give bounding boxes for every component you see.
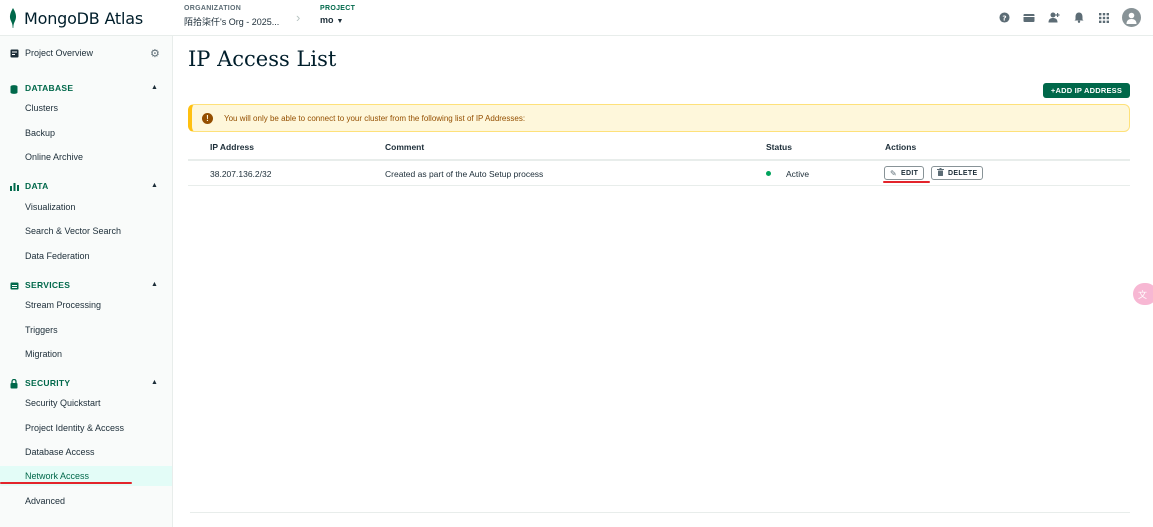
sidebar-item-search-vector-search[interactable]: Search & Vector Search — [0, 221, 172, 241]
folder-icon[interactable] — [1022, 11, 1036, 25]
caret-down-icon: ▼ — [336, 18, 344, 25]
section-title: SERVICES — [25, 280, 71, 290]
warning-banner: ! You will only be able to connect to yo… — [188, 104, 1130, 132]
top-navigation-bar: MongoDB Atlas ORGANIZATION 陌拾柒仟's Org - … — [0, 0, 1153, 36]
sidebar-item-label: Network Access — [25, 471, 90, 481]
sidebar-item-label: Backup — [25, 128, 56, 138]
sidebar-item-backup[interactable]: Backup — [0, 123, 172, 143]
edit-button-label: EDIT — [901, 169, 919, 177]
sidebar-item-advanced[interactable]: Advanced — [0, 491, 172, 511]
delete-button-label: DELETE — [948, 169, 978, 177]
trash-icon — [937, 168, 944, 178]
page-title: IP Access List — [188, 47, 337, 71]
help-icon[interactable]: ? — [997, 11, 1011, 25]
sidebar-item-database-access[interactable]: Database Access — [0, 442, 172, 462]
chevron-up-icon: ▲ — [151, 182, 158, 189]
apps-grid-icon[interactable] — [1097, 11, 1111, 25]
database-icon — [9, 84, 19, 94]
sidebar-item-label: Online Archive — [25, 152, 84, 162]
chevron-up-icon: ▲ — [151, 281, 158, 288]
sidebar-item-stream-processing[interactable]: Stream Processing — [0, 295, 172, 315]
sidebar-section-security[interactable]: SECURITY ▲ — [0, 376, 172, 392]
section-title: DATA — [25, 181, 49, 191]
column-header-status[interactable]: Status — [766, 142, 792, 152]
bell-icon[interactable] — [1072, 11, 1086, 25]
sidebar-item-label: Stream Processing — [25, 300, 102, 310]
project-label: PROJECT — [320, 5, 356, 12]
user-avatar-icon[interactable] — [1122, 8, 1141, 27]
chevron-up-icon: ▲ — [151, 84, 158, 91]
ip-access-table: IP Address Comment Status Actions 38.207… — [188, 136, 1130, 186]
sidebar-item-data-federation[interactable]: Data Federation — [0, 246, 172, 266]
sidebar-item-label: Clusters — [25, 103, 59, 113]
sidebar-item-online-archive[interactable]: Online Archive — [0, 147, 172, 167]
warning-icon: ! — [202, 112, 213, 124]
table-row: 38.207.136.2/32 Created as part of the A… — [188, 161, 1130, 186]
banner-text: You will only be able to connect to your… — [224, 113, 526, 123]
sidebar-item-project-identity-access[interactable]: Project Identity & Access — [0, 418, 172, 438]
mongodb-atlas-logo[interactable]: MongoDB Atlas — [8, 6, 143, 30]
sidebar-item-label: Database Access — [25, 447, 95, 457]
services-icon — [9, 281, 19, 291]
translate-widget-icon[interactable]: 文 — [1133, 283, 1153, 305]
delete-button[interactable]: DELETE — [931, 166, 984, 180]
organization-selector[interactable]: ORGANIZATION 陌拾柒仟's Org - 2025... — [184, 5, 279, 28]
project-overview-icon — [9, 48, 19, 58]
sidebar-item-label: Search & Vector Search — [25, 226, 122, 236]
left-sidebar: Project Overview ⚙ DATABASE ▲ Clusters B… — [0, 36, 173, 527]
lock-icon — [9, 379, 19, 389]
project-name: mo — [320, 15, 334, 25]
sidebar-item-label: Data Federation — [25, 251, 90, 261]
footer-divider — [190, 512, 1130, 513]
status-active-dot-icon — [766, 171, 771, 176]
sidebar-item-clusters[interactable]: Clusters — [0, 98, 172, 118]
sidebar-item-label: Triggers — [25, 325, 58, 335]
bar-chart-icon — [9, 182, 19, 192]
sidebar-item-visualization[interactable]: Visualization — [0, 197, 172, 217]
edit-button[interactable]: ✎ EDIT — [884, 166, 925, 180]
sidebar-item-migration[interactable]: Migration — [0, 344, 172, 364]
sidebar-item-security-quickstart[interactable]: Security Quickstart — [0, 393, 172, 413]
gear-icon[interactable]: ⚙ — [150, 47, 160, 60]
organization-name: 陌拾柒仟's Org - 2025... — [184, 17, 280, 27]
sidebar-item-label: Project Identity & Access — [25, 423, 125, 433]
annotation-underline-edit — [883, 181, 930, 183]
chevron-up-icon: ▲ — [151, 379, 158, 386]
logo-text: MongoDB Atlas — [24, 8, 143, 28]
top-icon-group: ? — [997, 8, 1141, 27]
sidebar-item-label: Project Overview — [25, 48, 94, 58]
main-content: IP Access List +ADD IP ADDRESS ! You wil… — [174, 36, 1153, 527]
mongodb-leaf-icon — [9, 8, 17, 28]
project-name-wrap: mo ▼ — [320, 15, 355, 25]
project-selector[interactable]: PROJECT mo ▼ — [320, 5, 355, 25]
comment-cell: Created as part of the Auto Setup proces… — [385, 169, 544, 179]
column-header-actions: Actions — [885, 142, 917, 152]
organization-label: ORGANIZATION — [184, 5, 242, 12]
svg-text:?: ? — [1002, 13, 1006, 22]
invite-user-icon[interactable] — [1047, 11, 1061, 25]
sidebar-item-label: Security Quickstart — [25, 398, 101, 408]
sidebar-item-label: Visualization — [25, 202, 76, 212]
sidebar-item-project-overview[interactable]: Project Overview ⚙ — [0, 44, 172, 62]
sidebar-item-triggers[interactable]: Triggers — [0, 320, 172, 340]
sidebar-section-services[interactable]: SERVICES ▲ — [0, 278, 172, 294]
sidebar-item-label: Advanced — [25, 496, 66, 506]
table-header: IP Address Comment Status Actions — [188, 136, 1130, 161]
pencil-icon: ✎ — [890, 168, 898, 178]
add-ip-address-button[interactable]: +ADD IP ADDRESS — [1043, 83, 1130, 98]
section-title: DATABASE — [25, 83, 74, 93]
ip-address-cell: 38.207.136.2/32 — [210, 169, 272, 179]
annotation-underline-network-access — [0, 482, 132, 484]
section-title: SECURITY — [25, 378, 71, 388]
sidebar-item-label: Migration — [25, 349, 63, 359]
status-cell: Active — [786, 169, 810, 179]
column-header-ip-address[interactable]: IP Address — [210, 142, 254, 152]
breadcrumb-chevron-icon: › — [296, 10, 301, 25]
column-header-comment[interactable]: Comment — [385, 142, 424, 152]
sidebar-section-data[interactable]: DATA ▲ — [0, 179, 172, 195]
sidebar-section-database[interactable]: DATABASE ▲ — [0, 81, 172, 97]
